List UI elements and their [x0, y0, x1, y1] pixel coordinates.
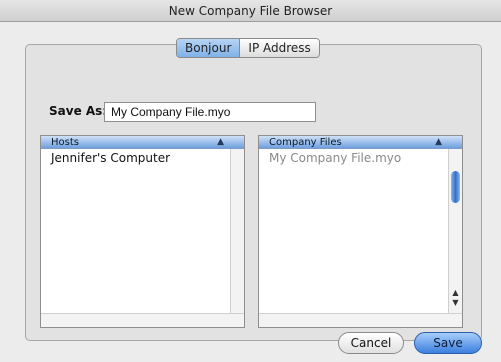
- window-title: New Company File Browser: [168, 4, 333, 18]
- hosts-horizontal-scrollbar[interactable]: [41, 313, 244, 327]
- company-files-list-header[interactable]: Company Files ▲: [259, 136, 462, 149]
- company-files-list: Company Files ▲ My Company File.myo ▲ ▼: [258, 135, 463, 328]
- host-item[interactable]: Jennifer's Computer: [41, 149, 244, 167]
- sort-ascending-icon: ▲: [435, 137, 442, 147]
- scroll-up-arrow-icon[interactable]: ▲: [450, 288, 461, 298]
- dialog-window: Bonjour IP Address Save As: Hosts ▲ Jenn…: [0, 22, 501, 362]
- company-file-item[interactable]: My Company File.myo: [259, 149, 462, 167]
- connection-tabs: Bonjour IP Address: [176, 38, 320, 58]
- hosts-vertical-scrollbar[interactable]: [230, 149, 244, 314]
- sort-ascending-icon: ▲: [217, 137, 224, 147]
- tab-bonjour[interactable]: Bonjour: [177, 39, 241, 57]
- company-files-header-label: Company Files: [269, 137, 342, 148]
- cancel-button[interactable]: Cancel: [338, 332, 404, 354]
- company-files-vertical-scrollbar[interactable]: ▲ ▼: [448, 149, 462, 314]
- company-files-horizontal-scrollbar[interactable]: [259, 313, 462, 327]
- hosts-list: Hosts ▲ Jennifer's Computer: [40, 135, 245, 328]
- save-as-label: Save As:: [49, 104, 108, 118]
- company-files-items: My Company File.myo: [259, 149, 462, 167]
- save-button[interactable]: Save: [414, 332, 482, 354]
- window-title-bar: New Company File Browser: [0, 0, 501, 22]
- scrollbar-thumb[interactable]: [451, 171, 460, 203]
- hosts-list-header[interactable]: Hosts ▲: [41, 136, 244, 149]
- save-as-input[interactable]: [104, 102, 316, 122]
- hosts-items: Jennifer's Computer: [41, 149, 244, 167]
- browser-panel: Save As: Hosts ▲ Jennifer's Computer Com…: [25, 44, 482, 341]
- tab-ip-address[interactable]: IP Address: [240, 39, 319, 57]
- hosts-header-label: Hosts: [51, 137, 79, 148]
- scroll-down-arrow-icon[interactable]: ▼: [450, 298, 461, 308]
